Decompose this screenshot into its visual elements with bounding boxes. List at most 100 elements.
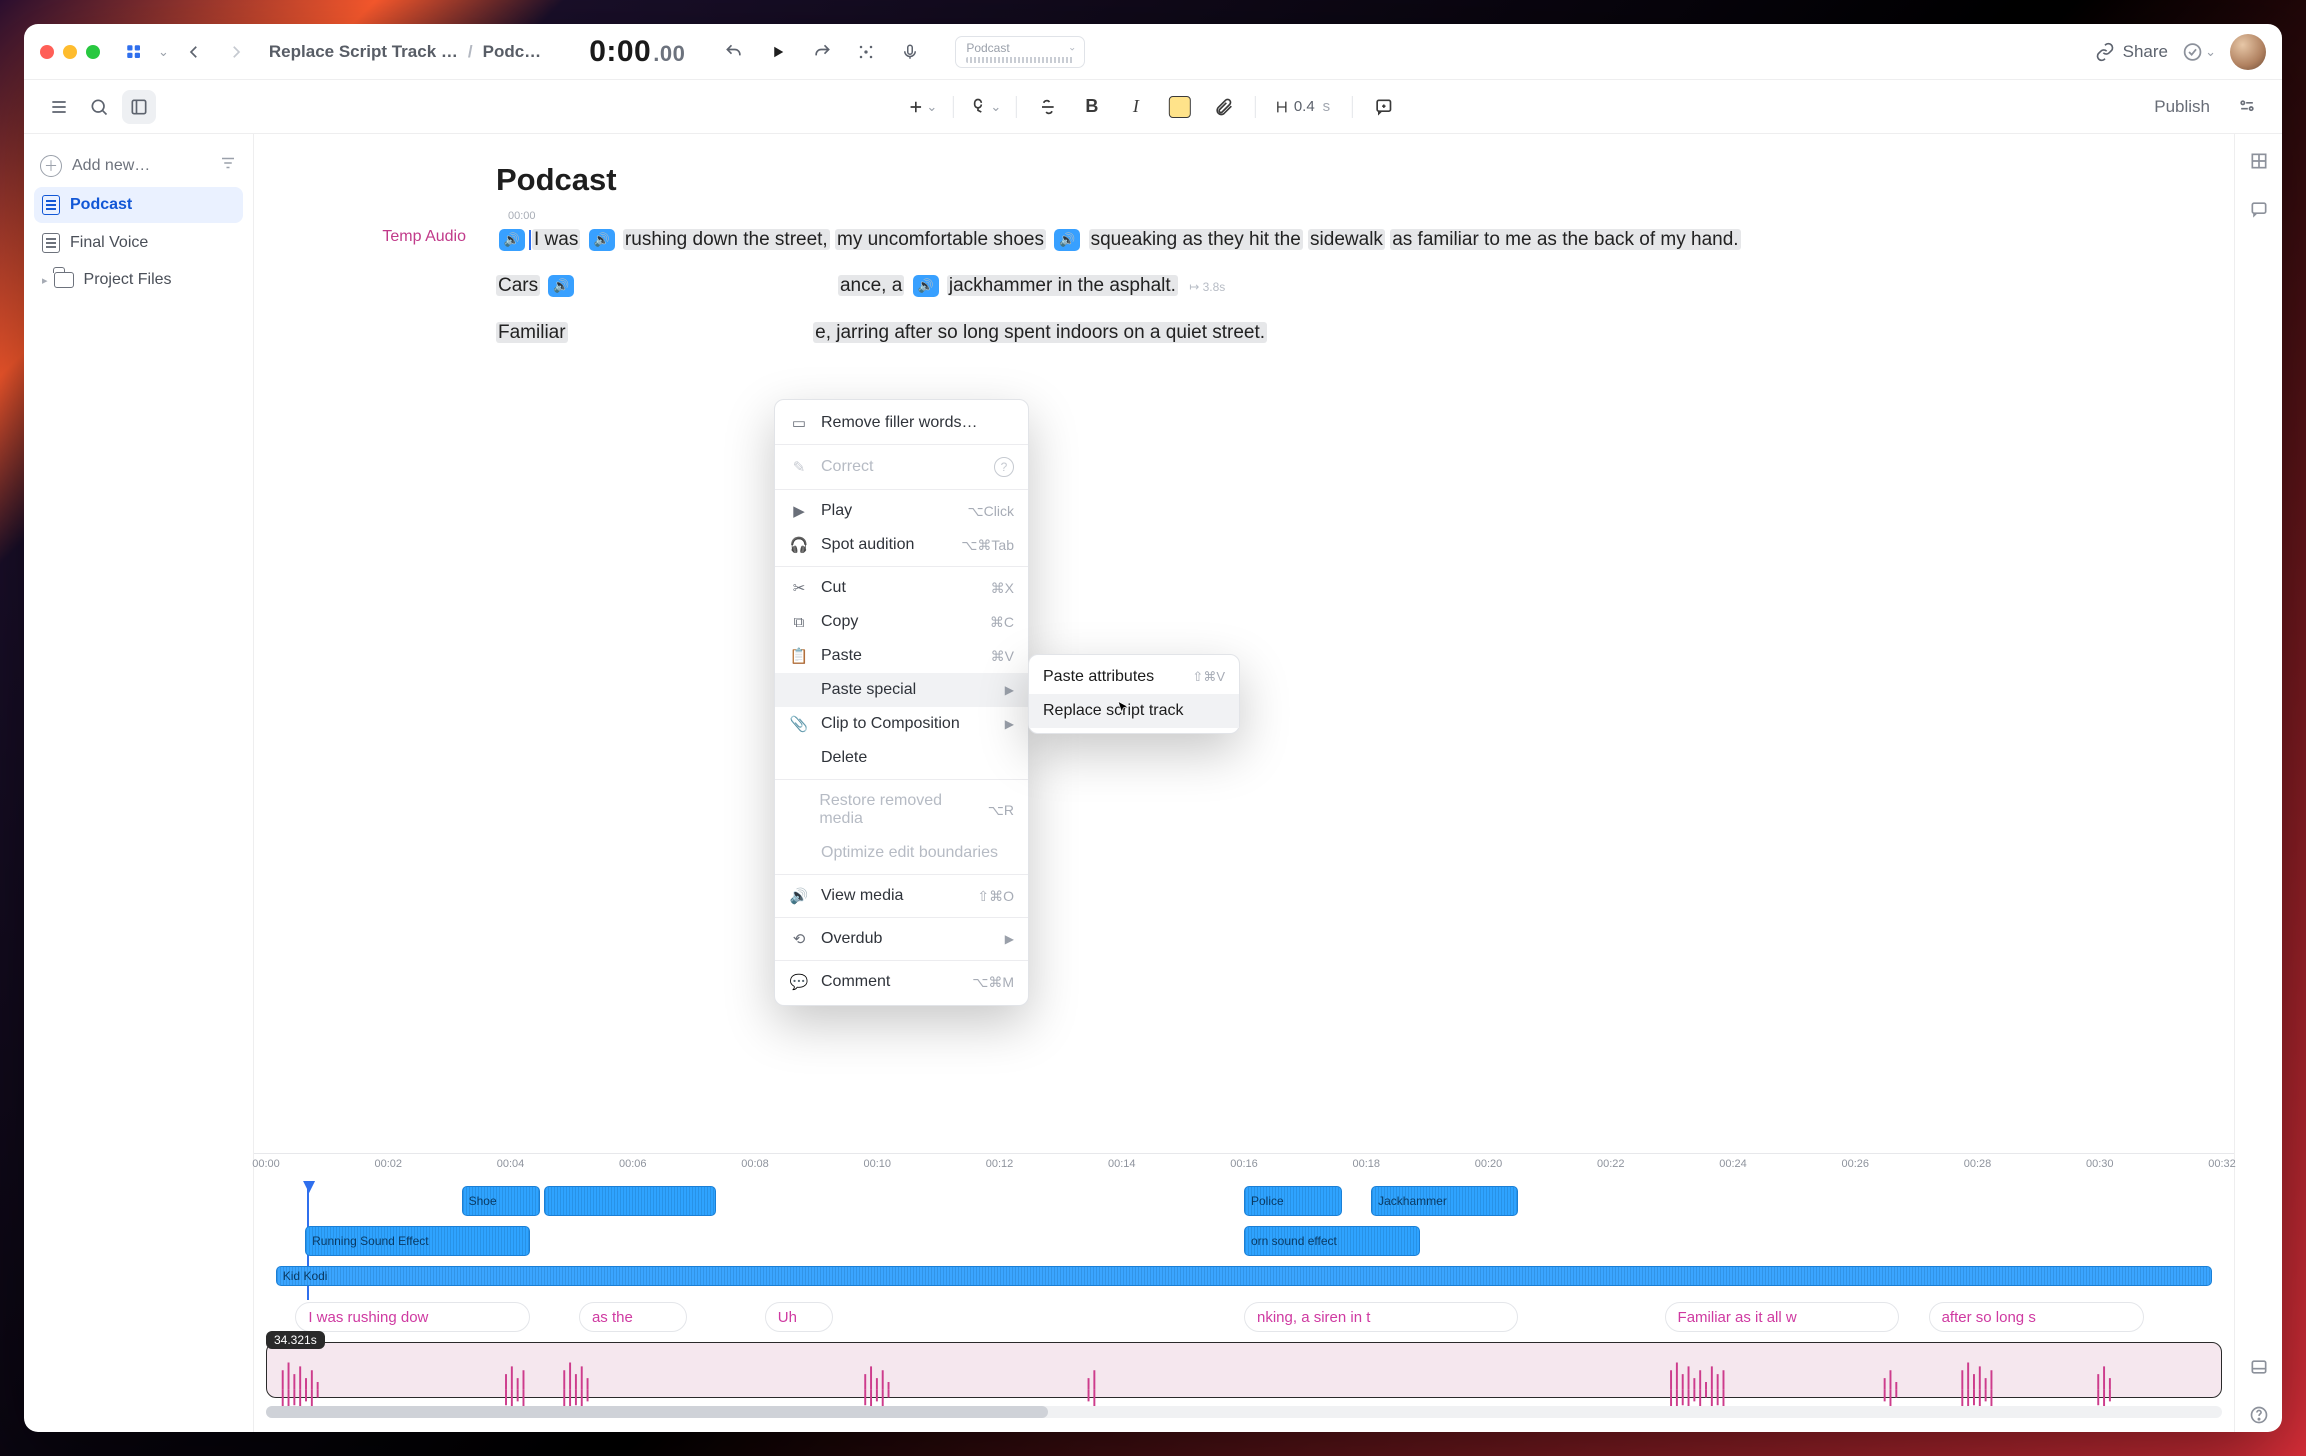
word[interactable]: ance, a: [838, 275, 904, 296]
sound-clip-icon[interactable]: 🔊: [499, 229, 525, 251]
help-icon[interactable]: [2242, 1398, 2276, 1432]
nav-back-button[interactable]: [177, 35, 211, 69]
grid-icon[interactable]: [2242, 144, 2276, 178]
attachment-button[interactable]: [1207, 90, 1241, 124]
word[interactable]: as familiar to me as the back of my hand…: [1390, 229, 1740, 250]
menu-cut[interactable]: ✂ Cut ⌘X: [775, 571, 1028, 605]
word[interactable]: Cars: [496, 275, 540, 296]
play-button[interactable]: [761, 35, 795, 69]
sidebar-item-project-files[interactable]: ▸ Project Files: [34, 263, 243, 297]
minimize-window-icon[interactable]: [63, 45, 77, 59]
word[interactable]: squeaking as they hit the: [1089, 229, 1303, 250]
audio-clip[interactable]: orn sound effect: [1244, 1226, 1420, 1256]
timeline-scrollbar[interactable]: [266, 1406, 2222, 1418]
sidebar-item-podcast[interactable]: Podcast: [34, 187, 243, 223]
menu-play[interactable]: ▶ Play ⌥Click: [775, 494, 1028, 528]
filter-icon[interactable]: [219, 154, 237, 177]
audio-clip[interactable]: Shoe: [462, 1186, 540, 1216]
submenu-replace-script-track[interactable]: Replace script track: [1029, 694, 1239, 728]
add-comment-button[interactable]: [1367, 90, 1401, 124]
italic-button[interactable]: I: [1119, 90, 1153, 124]
script-track[interactable]: I was rushing dow as the Uh nking, a siren …: [266, 1300, 2222, 1336]
menu-overdub[interactable]: ⟲ Overdub ▶: [775, 922, 1028, 956]
menu-paste[interactable]: 📋 Paste ⌘V: [775, 639, 1028, 673]
properties-panel-button[interactable]: [2230, 90, 2264, 124]
redo-button[interactable]: [805, 35, 839, 69]
submenu-paste-attributes[interactable]: Paste attributes ⇧⌘V: [1029, 660, 1239, 694]
transcript-paragraph[interactable]: 🔊 I was 🔊 rushing down the street, my unc…: [496, 224, 2192, 256]
undo-button[interactable]: [717, 35, 751, 69]
editor-area[interactable]: Podcast 00:00 Temp Audio 🔊I was 🔊 rushin…: [254, 134, 2234, 1153]
bold-button[interactable]: B: [1075, 90, 1109, 124]
script-chip[interactable]: Uh: [765, 1302, 833, 1332]
highlight-button[interactable]: [1163, 90, 1197, 124]
document-title[interactable]: Podcast: [496, 162, 2192, 198]
add-new-button[interactable]: ＋ Add new…: [34, 146, 243, 185]
word[interactable]: rushing down the street,: [623, 229, 830, 250]
audio-clip[interactable]: Jackhammer: [1371, 1186, 1518, 1216]
speaker-label[interactable]: Temp Audio: [296, 224, 496, 256]
user-avatar[interactable]: [2230, 34, 2266, 70]
timeline-ruler[interactable]: 00:0000:0200:0400:0600:0800:1000:1200:14…: [266, 1158, 2222, 1180]
scrollbar-thumb[interactable]: [266, 1406, 1048, 1418]
script-chip[interactable]: as the: [579, 1302, 687, 1332]
word[interactable]: sidewalk: [1308, 229, 1385, 250]
word[interactable]: my uncomfortable shoes: [835, 229, 1046, 250]
menu-clip-to-composition[interactable]: 📎 Clip to Composition ▶: [775, 707, 1028, 741]
menu-copy[interactable]: ⧉ Copy ⌘C: [775, 605, 1028, 639]
zoom-window-icon[interactable]: [86, 45, 100, 59]
app-menu-chevron-icon[interactable]: ⌄: [158, 44, 169, 60]
sound-clip-icon[interactable]: 🔊: [913, 275, 939, 297]
menu-delete[interactable]: Delete: [775, 741, 1028, 775]
app-logo[interactable]: [120, 38, 148, 66]
status-check-icon[interactable]: ⌄: [2182, 35, 2216, 69]
audio-clip[interactable]: [544, 1186, 716, 1216]
sidebar-item-final-voice[interactable]: Final Voice: [34, 225, 243, 261]
audio-clip[interactable]: Running Sound Effect: [305, 1226, 530, 1256]
audio-clip[interactable]: Kid Kodi: [276, 1266, 2212, 1286]
footer-panel-icon[interactable]: [2242, 1350, 2276, 1384]
audio-track-sfx2[interactable]: Running Sound Effect orn sound effect: [266, 1224, 2222, 1260]
speaker-selector[interactable]: Podcast: [955, 36, 1085, 68]
strikethrough-button[interactable]: [1031, 90, 1065, 124]
menu-remove-filler[interactable]: ▭ Remove filler words…: [775, 406, 1028, 440]
add-button[interactable]: ⌄: [905, 90, 939, 124]
record-mic-button[interactable]: [893, 35, 927, 69]
audio-clip[interactable]: Police: [1244, 1186, 1342, 1216]
voice-track[interactable]: 34.321s: [266, 1342, 2222, 1398]
gap-setting[interactable]: 0.4 s: [1270, 90, 1338, 124]
script-chip[interactable]: after so long s: [1929, 1302, 2144, 1332]
menu-paste-special[interactable]: Paste special ▶: [775, 673, 1028, 707]
ai-sparkle-icon[interactable]: [849, 35, 883, 69]
breadcrumb-doc[interactable]: Podc…: [483, 42, 542, 62]
gap-badge[interactable]: ↦ 3.8s: [1189, 280, 1225, 294]
close-window-icon[interactable]: [40, 45, 54, 59]
breadcrumb[interactable]: Replace Script Track … / Podc…: [269, 42, 541, 62]
sound-clip-icon[interactable]: 🔊: [589, 229, 615, 251]
script-chip[interactable]: Familiar as it all w: [1665, 1302, 1900, 1332]
menu-hamburger-button[interactable]: [42, 90, 76, 124]
menu-comment[interactable]: 💬 Comment ⌥⌘M: [775, 965, 1028, 999]
word[interactable]: I was: [532, 229, 580, 250]
script-chip[interactable]: I was rushing dow: [295, 1302, 530, 1332]
menu-spot-audition[interactable]: 🎧 Spot audition ⌥⌘Tab: [775, 528, 1028, 562]
word[interactable]: Familiar: [496, 322, 568, 343]
sound-clip-icon[interactable]: 🔊: [548, 275, 574, 297]
audio-track-music[interactable]: Kid Kodi: [266, 1264, 2222, 1290]
timeline[interactable]: 00:0000:0200:0400:0600:0800:1000:1200:14…: [254, 1153, 2234, 1432]
publish-button[interactable]: Publish: [2154, 97, 2210, 117]
word[interactable]: e, jarring after so long spent indoors o…: [813, 322, 1267, 343]
menu-view-media[interactable]: 🔊 View media ⇧⌘O: [775, 879, 1028, 913]
share-button[interactable]: Share: [2095, 42, 2168, 62]
search-button[interactable]: [82, 90, 116, 124]
panel-toggle-button[interactable]: [122, 90, 156, 124]
word[interactable]: jackhammer in the asphalt.: [947, 275, 1178, 296]
voice-tool-button[interactable]: ⌄: [968, 90, 1002, 124]
script-chip[interactable]: nking, a siren in t: [1244, 1302, 1518, 1332]
transcript-paragraph[interactable]: Cars 🔊 ance, a 🔊 jackhammer in the aspha…: [496, 270, 2192, 302]
transcript-paragraph[interactable]: Familiar e, jarring after so long spent …: [496, 317, 2192, 349]
audio-track-sfx1[interactable]: Shoe Police Jackhammer: [266, 1184, 2222, 1220]
breadcrumb-project[interactable]: Replace Script Track …: [269, 42, 458, 62]
window-traffic-lights[interactable]: [40, 45, 100, 59]
comments-panel-icon[interactable]: [2242, 192, 2276, 226]
